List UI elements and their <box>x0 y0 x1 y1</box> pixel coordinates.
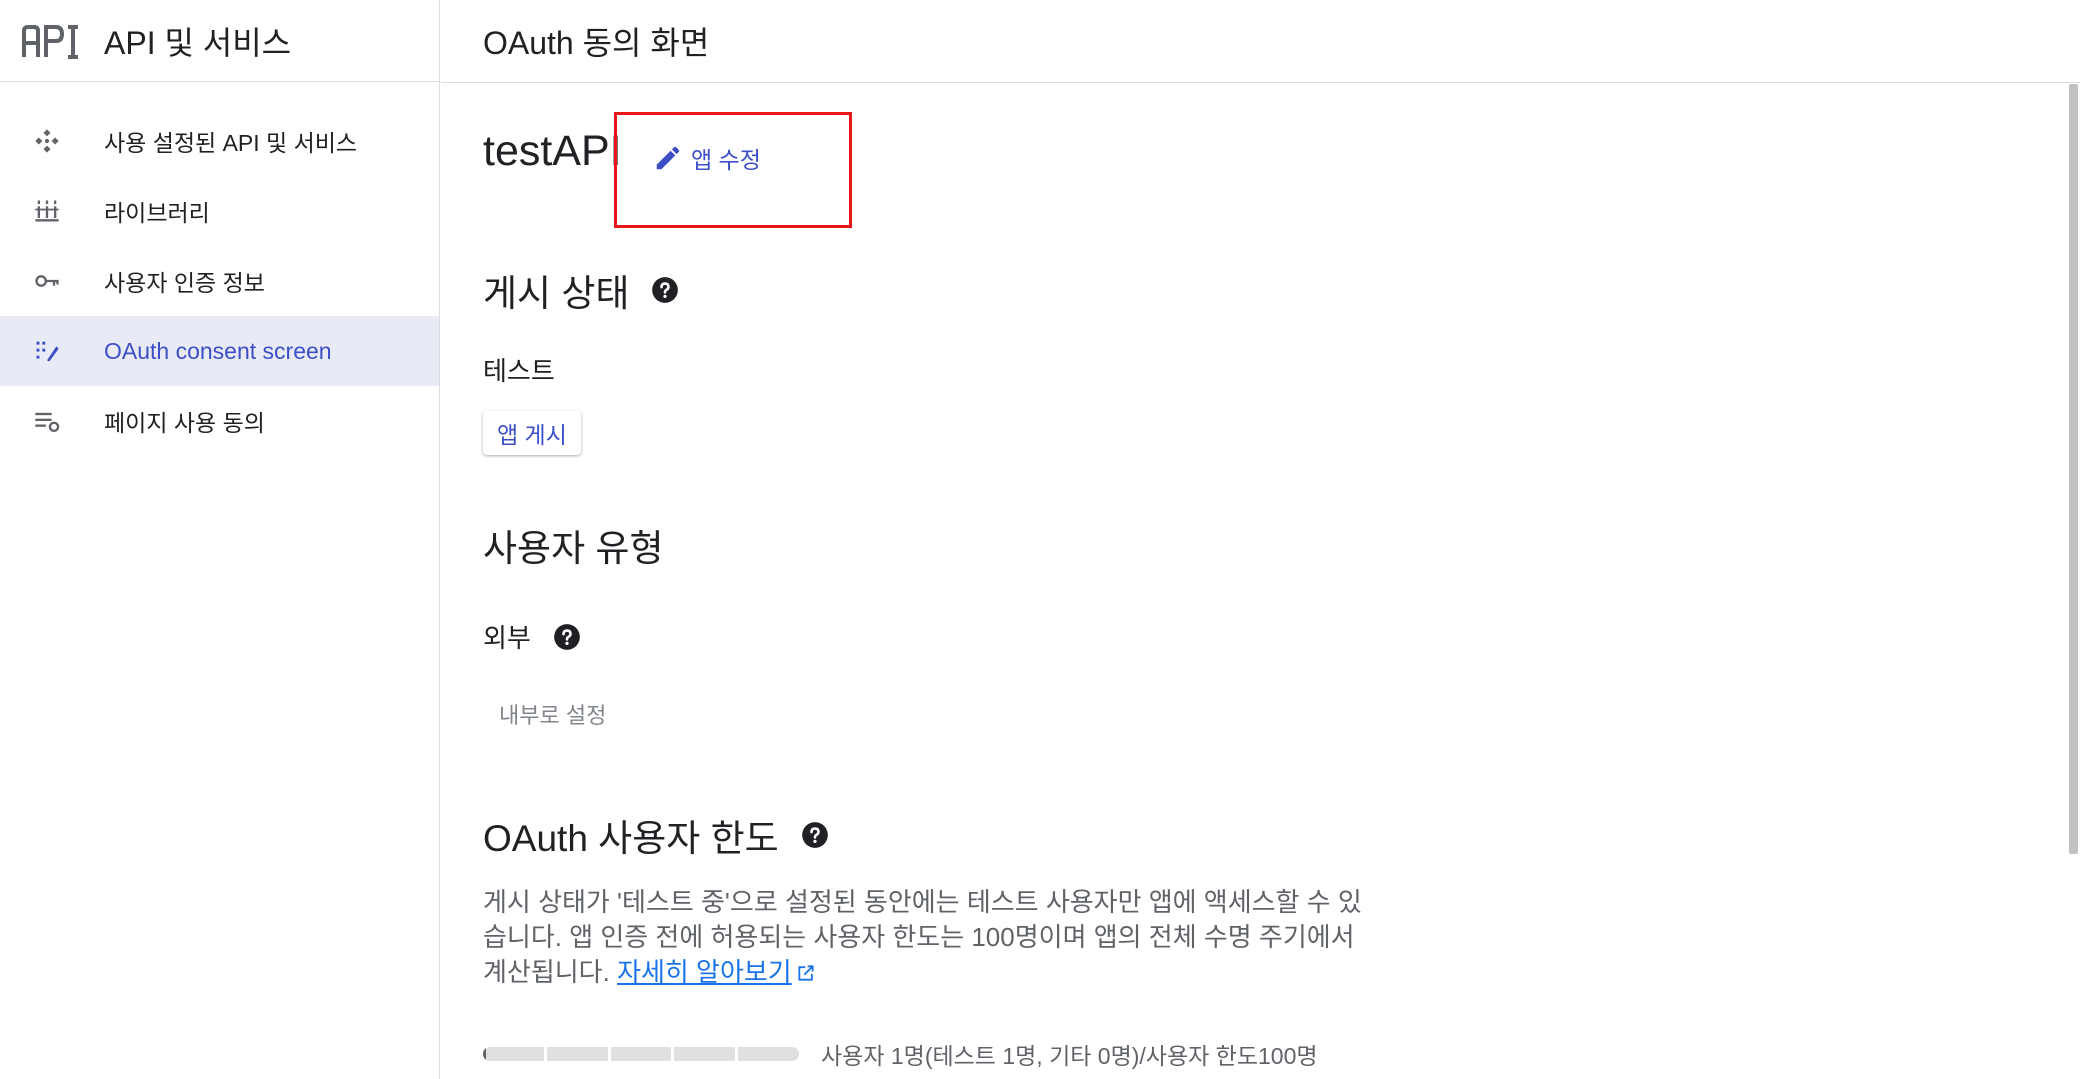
help-icon[interactable] <box>801 821 829 849</box>
scrollbar-thumb[interactable] <box>2069 84 2078 854</box>
usage-row: 사용자 1명(테스트 1명, 기타 0명)/사용자 한도100명 <box>483 1037 1318 1071</box>
help-icon[interactable] <box>651 276 679 304</box>
sidebar-item-label: 라이브러리 <box>104 200 210 226</box>
usage-progress-fill <box>483 1047 487 1061</box>
sidebar-title: API 및 서비스 <box>104 24 292 61</box>
help-icon[interactable] <box>553 623 581 651</box>
user-type-heading: 사용자 유형 <box>483 528 664 569</box>
sidebar-item-label: 사용 설정된 API 및 서비스 <box>104 130 358 156</box>
usage-progress-bar <box>483 1047 799 1061</box>
sidebar-item-oauth-consent[interactable]: OAuth consent screen <box>0 316 439 386</box>
learn-more-link[interactable]: 자세히 알아보기 <box>617 957 792 987</box>
publishing-status-heading: 게시 상태 <box>483 263 679 317</box>
oauth-user-limit-heading: OAuth 사용자 한도 <box>483 808 829 862</box>
usage-text: 사용자 1명(테스트 1명, 기타 0명)/사용자 한도100명 <box>821 1043 1318 1069</box>
make-internal-button[interactable]: 내부로 설정 <box>483 692 622 736</box>
sidebar-item-page-usage-agreement[interactable]: 페이지 사용 동의 <box>0 386 439 456</box>
external-link-icon <box>798 965 814 981</box>
consent-icon <box>32 336 62 366</box>
app-row: testAPI <box>483 127 622 176</box>
api-services-icon <box>32 126 62 156</box>
user-type-value: 외부 <box>483 618 581 655</box>
sidebar-item-label: 사용자 인증 정보 <box>104 270 265 296</box>
sidebar-item-label: 페이지 사용 동의 <box>104 410 265 436</box>
highlight-box <box>614 112 852 228</box>
settings-list-icon <box>32 406 62 436</box>
page-header: OAuth 동의 화면 <box>441 0 2080 83</box>
sidebar: API 및 서비스 사용 설정된 API 및 서비스 라이브러리 사용자 인증 … <box>0 0 440 1079</box>
publishing-status-value: 테스트 <box>483 356 555 386</box>
sidebar-nav: 사용 설정된 API 및 서비스 라이브러리 사용자 인증 정보 OAuth c… <box>0 82 439 456</box>
publish-app-button[interactable]: 앱 게시 <box>483 411 581 455</box>
sidebar-header: API 및 서비스 <box>0 0 439 82</box>
app-name: testAPI <box>483 127 622 175</box>
key-icon <box>32 266 62 296</box>
page-title: OAuth 동의 화면 <box>483 25 710 61</box>
oauth-limit-description: 게시 상태가 '테스트 중'으로 설정된 동안에는 테스트 사용자만 앱에 액세… <box>483 887 1362 987</box>
library-icon <box>32 196 62 226</box>
api-logo-icon <box>22 24 78 59</box>
sidebar-item-library[interactable]: 라이브러리 <box>0 176 439 246</box>
sidebar-item-label: OAuth consent screen <box>104 337 332 364</box>
sidebar-item-enabled-apis[interactable]: 사용 설정된 API 및 서비스 <box>0 106 439 176</box>
sidebar-item-credentials[interactable]: 사용자 인증 정보 <box>0 246 439 316</box>
